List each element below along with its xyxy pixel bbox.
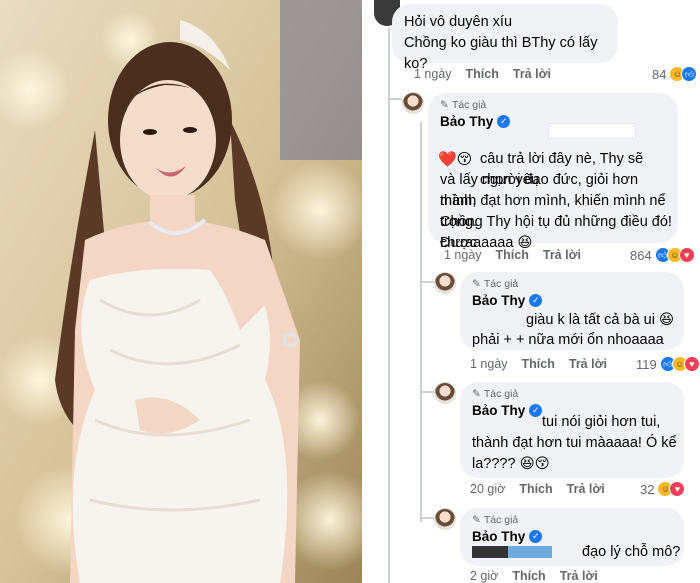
- verified-badge-icon: ✓: [529, 404, 543, 417]
- author-badge: ✎ Tác giả: [472, 388, 518, 400]
- timestamp: 1 ngày: [470, 357, 508, 371]
- reaction-icons: ☺ 👍︎: [669, 66, 698, 82]
- comment-lead-emoji: ❤️😚: [438, 151, 473, 168]
- author-avatar[interactable]: [402, 92, 424, 114]
- comment-text-line: thành đạt hơn tui màaaaa! Ó kể: [472, 435, 677, 451]
- like-button[interactable]: Thích: [512, 569, 545, 583]
- comment-actions: 1 ngày Thích Trả lời: [470, 357, 607, 371]
- redaction-box: [472, 546, 552, 558]
- reply-button[interactable]: Trả lời: [567, 482, 605, 496]
- author-avatar[interactable]: [434, 382, 456, 404]
- like-button[interactable]: Thích: [496, 248, 529, 262]
- thread-line: [420, 281, 434, 283]
- reaction-count[interactable]: 32 ☺ ♥: [640, 481, 686, 497]
- author-name-text: Bảo Thy: [440, 114, 494, 129]
- verified-badge-icon: ✓: [529, 530, 543, 543]
- reaction-icons: 👍︎ ☺ ♥: [654, 247, 695, 263]
- author-badge: ✎ Tác giả: [472, 278, 518, 290]
- post-photo[interactable]: [0, 0, 362, 583]
- pencil-icon: ✎: [440, 99, 449, 111]
- comment-actions: 1 ngày Thích Trả lời: [414, 67, 551, 81]
- comment-actions: 2 giờ Thích Trả lời: [470, 569, 598, 583]
- verified-badge-icon: ✓: [529, 294, 543, 307]
- comment-text-line: tui nói giỏi hơn tui,: [542, 414, 661, 430]
- comment-bubble: ✎ Tác giả Bảo Thy ✓ đạo lý chỗ mô?: [460, 508, 684, 566]
- like-button[interactable]: Thích: [522, 357, 555, 371]
- reaction-count-number: 84: [652, 66, 667, 82]
- thread-line: [388, 28, 390, 583]
- author-name[interactable]: Bảo Thy ✓: [440, 114, 511, 129]
- author-name[interactable]: Bảo Thy ✓: [472, 293, 543, 308]
- author-name[interactable]: Bảo Thy ✓: [472, 529, 543, 544]
- love-reaction-icon: ♥: [678, 247, 695, 263]
- pencil-icon: ✎: [472, 278, 481, 290]
- author-tag-label: Tác giả: [483, 388, 519, 400]
- pencil-icon: ✎: [472, 514, 481, 526]
- author-name-text: Bảo Thy: [472, 403, 526, 418]
- author-name-text: Bảo Thy: [472, 293, 526, 308]
- thread-line: [388, 98, 402, 100]
- comment-text-line: đạo lý chỗ mô?: [582, 544, 681, 560]
- author-name-text: Bảo Thy: [472, 529, 526, 544]
- author-tag-label: Tác giả: [483, 514, 519, 526]
- love-reaction-icon: ♥: [683, 356, 700, 372]
- author-badge: ✎ Tác giả: [440, 99, 486, 111]
- comment-text-line: la???? 😆😚: [472, 456, 550, 472]
- redaction-box: [548, 123, 636, 139]
- reply-button[interactable]: Trả lời: [560, 569, 598, 583]
- timestamp: 2 giờ: [470, 569, 499, 583]
- timestamp: 20 giờ: [470, 482, 506, 496]
- thread-line: [420, 517, 434, 519]
- author-avatar[interactable]: [434, 508, 456, 530]
- reaction-icons: 👍︎ ☺ ♥: [659, 356, 700, 372]
- like-reaction-icon: 👍︎: [681, 66, 698, 82]
- comment-bubble: ✎ Tác giả Bảo Thy ✓ tui nói giỏi hơn tui…: [460, 382, 684, 478]
- like-button[interactable]: Thích: [519, 482, 552, 496]
- reaction-count-number: 864: [630, 247, 652, 263]
- reaction-icons: ☺ ♥: [657, 481, 686, 497]
- comment-actions: 20 giờ Thích Trả lời: [470, 482, 605, 496]
- author-badge: ✎ Tác giả: [472, 514, 518, 526]
- reply-button[interactable]: Trả lời: [543, 248, 581, 262]
- love-reaction-icon: ♥: [669, 481, 686, 497]
- reply-button[interactable]: Trả lời: [513, 67, 551, 81]
- comment-text-line: Hỏi vô duyên xíu: [404, 14, 513, 30]
- comment-bubble: Hỏi vô duyên xíu Chồng ko giàu thì BThy …: [392, 4, 618, 72]
- reply-button[interactable]: Trả lời: [569, 357, 607, 371]
- pencil-icon: ✎: [472, 388, 481, 400]
- comment-actions: 1 ngày Thích Trả lời: [444, 248, 581, 262]
- comments-panel: Hỏi vô duyên xíu Chồng ko giàu thì BThy …: [362, 0, 700, 583]
- thread-line: [420, 122, 422, 522]
- comment-bubble: ✎ Tác giả Bảo Thy ✓ giàu k là tất cả bà …: [460, 272, 684, 350]
- reaction-count[interactable]: 864 👍︎ ☺ ♥: [630, 247, 695, 263]
- comment-text-line: giàu k là tất cả bà ui 😆: [526, 312, 675, 328]
- timestamp: 1 ngày: [414, 67, 452, 81]
- reaction-count[interactable]: 84 ☺ 👍︎: [652, 66, 698, 82]
- comment-text-line: phải + + nữa mới ổn nhoaaaa: [472, 332, 664, 348]
- reaction-count[interactable]: 119 👍︎ ☺ ♥: [636, 356, 700, 372]
- author-avatar[interactable]: [434, 272, 456, 294]
- thread-line: [420, 391, 434, 393]
- author-tag-label: Tác giả: [451, 99, 487, 111]
- reaction-count-number: 119: [636, 356, 657, 372]
- woman-in-white-dress-image: [0, 0, 362, 583]
- comment-bubble: ✎ Tác giả Bảo Thy ✓ ❤️😚 câu trả lời đây …: [428, 93, 678, 251]
- timestamp: 1 ngày: [444, 248, 482, 262]
- author-tag-label: Tác giả: [483, 278, 519, 290]
- reaction-count-number: 32: [640, 481, 655, 497]
- author-name[interactable]: Bảo Thy ✓: [472, 403, 543, 418]
- verified-badge-icon: ✓: [497, 115, 511, 128]
- like-button[interactable]: Thích: [466, 67, 499, 81]
